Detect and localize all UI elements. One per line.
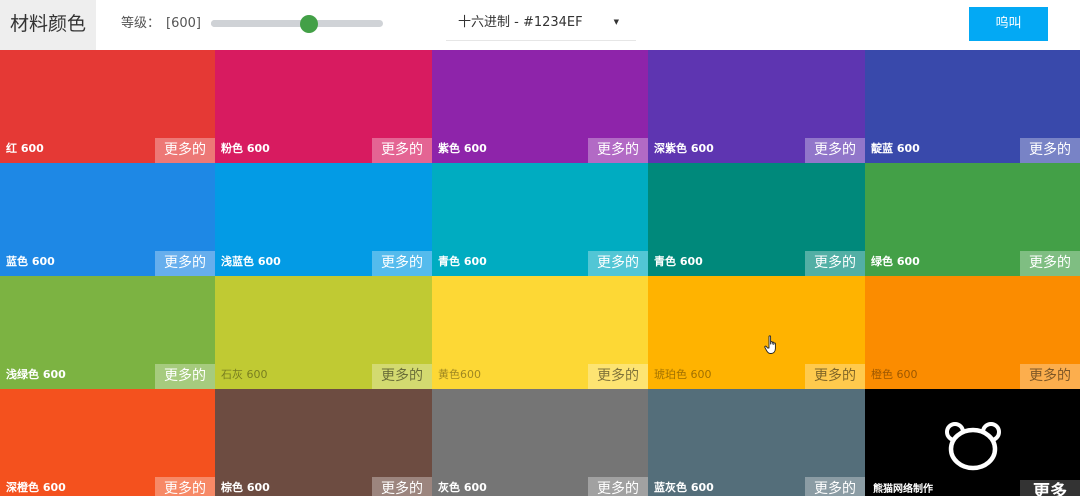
color-tile-name: 粉色 600 xyxy=(221,142,270,155)
more-button[interactable]: 更多的 xyxy=(155,477,215,496)
brand-name: 熊猫网络制作 xyxy=(873,484,933,495)
color-tile[interactable]: 粉色 600 更多的 xyxy=(215,50,432,163)
color-tile[interactable]: 深橙色 600 更多的 xyxy=(0,389,215,496)
color-tile[interactable]: 青色 600 更多的 xyxy=(648,163,865,276)
color-tile-name: 橙色 600 xyxy=(871,368,918,381)
color-tile-name: 黄色600 xyxy=(438,368,481,381)
color-tile[interactable]: 石灰 600 更多的 xyxy=(215,276,432,389)
color-tile[interactable]: 深紫色 600 更多的 xyxy=(648,50,865,163)
color-tile[interactable]: 琥珀色 600 更多的 xyxy=(648,276,865,389)
color-tile-name: 灰色 600 xyxy=(438,481,487,494)
color-tile[interactable]: 黄色600 更多的 xyxy=(432,276,648,389)
more-button[interactable]: 更多的 xyxy=(588,364,648,389)
color-tile-name: 蓝灰色 600 xyxy=(654,481,714,494)
color-tile-name: 紫色 600 xyxy=(438,142,487,155)
more-button[interactable]: 更多的 xyxy=(1020,364,1080,389)
color-tile-name: 深紫色 600 xyxy=(654,142,714,155)
color-format-value: 十六进制 - #1234EF xyxy=(458,15,583,30)
more-button[interactable]: 更多的 xyxy=(1020,251,1080,276)
color-tile-name: 石灰 600 xyxy=(221,368,268,381)
color-grid: 红 600 更多的 粉色 600 更多的 紫色 600 更多的 深紫色 600 更多的 靛蓝 6… xyxy=(0,50,1080,496)
color-tile[interactable]: 红 600 更多的 xyxy=(0,50,215,163)
level-slider[interactable] xyxy=(211,15,383,33)
color-tile-name: 琥珀色 600 xyxy=(654,368,712,381)
more-button[interactable]: 更多的 xyxy=(155,364,215,389)
roar-button[interactable]: 呜叫 xyxy=(969,7,1048,41)
level-value: [600] xyxy=(166,16,201,31)
more-button[interactable]: 更多的 xyxy=(588,251,648,276)
brand-tile[interactable]: 熊猫网络制作 更多 xyxy=(865,389,1080,496)
color-tile[interactable]: 橙色 600 更多的 xyxy=(865,276,1080,389)
color-format-select[interactable]: 十六进制 - #1234EF ▼ xyxy=(446,6,636,41)
more-button[interactable]: 更多的 xyxy=(155,251,215,276)
color-tile[interactable]: 浅绿色 600 更多的 xyxy=(0,276,215,389)
color-tile-name: 浅蓝色 600 xyxy=(221,255,281,268)
color-tile[interactable]: 绿色 600 更多的 xyxy=(865,163,1080,276)
more-button[interactable]: 更多的 xyxy=(372,251,432,276)
more-button[interactable]: 更多的 xyxy=(805,364,865,389)
color-tile[interactable]: 浅蓝色 600 更多的 xyxy=(215,163,432,276)
more-button[interactable]: 更多的 xyxy=(805,251,865,276)
slider-thumb[interactable] xyxy=(300,15,319,33)
color-tile-name: 棕色 600 xyxy=(221,481,270,494)
slider-fill xyxy=(211,20,310,27)
color-tile[interactable]: 蓝灰色 600 更多的 xyxy=(648,389,865,496)
color-tile-name: 浅绿色 600 xyxy=(6,368,66,381)
more-button[interactable]: 更多的 xyxy=(588,477,648,496)
color-tile[interactable]: 蓝色 600 更多的 xyxy=(0,163,215,276)
color-tile-name: 绿色 600 xyxy=(871,255,920,268)
brand-more-button[interactable]: 更多 xyxy=(1020,480,1080,496)
more-button[interactable]: 更多的 xyxy=(588,138,648,163)
more-button[interactable]: 更多的 xyxy=(805,138,865,163)
color-tile-name: 深橙色 600 xyxy=(6,481,66,494)
hand-pointer-icon xyxy=(764,335,776,354)
more-button[interactable]: 更多的 xyxy=(1020,138,1080,163)
color-tile[interactable]: 灰色 600 更多的 xyxy=(432,389,648,496)
top-bar: 材料颜色 等级： [600] 十六进制 - #1234EF ▼ 呜叫 xyxy=(0,0,1080,50)
color-tile-name: 青色 600 xyxy=(438,255,487,268)
more-button[interactable]: 更多的 xyxy=(155,138,215,163)
caret-down-icon: ▼ xyxy=(613,18,619,26)
more-button[interactable]: 更多的 xyxy=(372,138,432,163)
color-tile-name: 红 600 xyxy=(6,142,44,155)
more-button[interactable]: 更多的 xyxy=(372,477,432,496)
color-tile-name: 蓝色 600 xyxy=(6,255,55,268)
color-tile-name: 靛蓝 600 xyxy=(871,142,920,155)
level-label: 等级： xyxy=(121,16,161,31)
color-tile[interactable]: 青色 600 更多的 xyxy=(432,163,648,276)
more-button[interactable]: 更多的 xyxy=(372,364,432,389)
color-tile[interactable]: 紫色 600 更多的 xyxy=(432,50,648,163)
more-button[interactable]: 更多的 xyxy=(805,477,865,496)
color-tile[interactable]: 靛蓝 600 更多的 xyxy=(865,50,1080,163)
app-title: 材料颜色 xyxy=(0,0,96,50)
color-tile[interactable]: 棕色 600 更多的 xyxy=(215,389,432,496)
bear-head-icon xyxy=(945,422,1001,471)
color-tile-name: 青色 600 xyxy=(654,255,703,268)
